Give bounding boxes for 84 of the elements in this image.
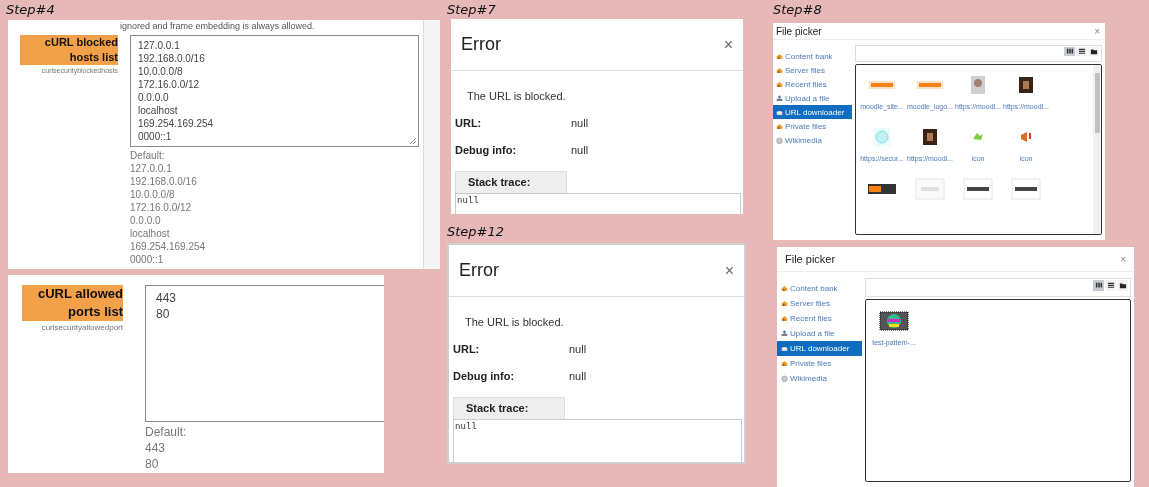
field-label: Debug info: <box>453 370 516 384</box>
textarea-line: 80 <box>156 306 171 322</box>
image-thumbnail[interactable] <box>963 177 993 201</box>
setting-title: cURL blocked hosts list <box>20 35 118 65</box>
close-button[interactable]: × <box>1094 25 1100 37</box>
step-label: Step#12 <box>447 224 505 239</box>
default-label: Default: <box>145 424 188 440</box>
error-message: The URL is blocked. <box>464 315 565 330</box>
default-value: 172.16.0.0/12 <box>130 201 193 214</box>
repository-item[interactable]: Private files <box>777 356 862 371</box>
field-value: null <box>569 343 587 357</box>
dialog-title: File picker <box>785 253 836 265</box>
globe-icon <box>776 136 783 144</box>
step-label: Step#4 <box>6 2 55 17</box>
image-thumbnail[interactable] <box>915 177 945 201</box>
repository-item[interactable]: Wikimedia <box>773 133 852 147</box>
list-view-icon <box>1106 282 1115 289</box>
textarea-line: 443 <box>156 290 178 306</box>
textarea-line: 172.16.0.0/12 <box>138 78 201 91</box>
textarea-line: 127.0.0.1 <box>138 39 181 52</box>
upload-icon <box>776 94 783 102</box>
textarea-line: 10.0.0.0/8 <box>138 65 184 78</box>
repository-item[interactable]: Upload a file <box>777 326 862 341</box>
repository-item[interactable]: Private files <box>773 119 852 133</box>
dialog-title: Error <box>461 34 501 55</box>
globe-icon <box>781 375 788 382</box>
repository-item[interactable]: Wikimedia <box>777 371 862 386</box>
close-button[interactable]: × <box>723 35 733 54</box>
setting-name: curlsecurityallowedport <box>40 323 123 332</box>
repository-item[interactable]: URL downloader <box>773 105 852 119</box>
list-view-icon <box>1077 48 1086 55</box>
view-button[interactable] <box>1105 280 1116 291</box>
hosts-textarea[interactable]: 127.0.0.1 192.168.0.0/16 10.0.0.0/8 172.16.0.0/12 0.0.0.0 localhost 169.254.169.254 0000::1 <box>130 35 419 147</box>
step-label: Step#8 <box>773 2 822 17</box>
close-button[interactable]: × <box>724 261 734 280</box>
field-label: Debug info: <box>455 144 518 158</box>
field-value: null <box>569 370 587 384</box>
default-value: 80 <box>145 456 160 472</box>
inbox-icon <box>781 345 788 352</box>
upload-icon <box>781 330 788 337</box>
stack-trace-box: null <box>453 419 742 462</box>
view-button[interactable] <box>1076 47 1087 56</box>
default-value: 10.0.0.0/8 <box>130 188 176 201</box>
field-label: URL: <box>453 343 481 357</box>
description-text: ignored and frame embedding is always allowed. <box>120 21 316 32</box>
ports-textarea[interactable]: 443 80 <box>145 285 384 422</box>
dialog-title: Error <box>459 260 499 281</box>
field-label: URL: <box>455 117 483 131</box>
default-value: 127.0.0.1 <box>130 162 173 175</box>
grid-view-icon <box>1094 282 1103 289</box>
default-value: localhost <box>130 227 171 240</box>
field-value: null <box>571 144 589 158</box>
image-thumbnail[interactable] <box>879 309 909 333</box>
view-button[interactable] <box>1093 280 1104 291</box>
repository-item[interactable]: Server files <box>773 63 852 77</box>
close-button[interactable]: × <box>1120 253 1126 265</box>
textarea-line: 169.254.169.254 <box>138 117 215 130</box>
grid-view-icon <box>1065 48 1074 55</box>
repository-item[interactable]: Server files <box>777 296 862 311</box>
default-value: 443 <box>145 440 167 456</box>
field-value: null <box>571 117 589 131</box>
image-thumbnail[interactable] <box>1011 177 1041 201</box>
repository-item[interactable]: Content bank <box>773 49 852 63</box>
step-label: Step#7 <box>447 2 496 17</box>
repository-item[interactable]: URL downloader <box>777 341 862 356</box>
default-value: 0.0.0.0 <box>130 214 162 227</box>
view-button[interactable] <box>1064 47 1075 56</box>
repository-item[interactable]: Recent files <box>777 311 862 326</box>
resize-handle-icon[interactable] <box>409 137 417 145</box>
repository-item[interactable]: Recent files <box>773 77 852 91</box>
error-message: The URL is blocked. <box>466 89 567 104</box>
inbox-icon <box>776 108 783 116</box>
textarea-line: 192.168.0.0/16 <box>138 52 206 65</box>
default-value: 169.254.169.254 <box>130 240 207 253</box>
setting-title: cURL allowed ports list <box>22 285 123 321</box>
default-value: 0000::1 <box>130 253 165 266</box>
textarea-line: localhost <box>138 104 179 117</box>
default-value: 192.168.0.0/16 <box>130 175 198 188</box>
dialog-title: File picker <box>776 25 822 37</box>
textarea-line: 0000::1 <box>138 130 173 143</box>
repository-item[interactable]: Upload a file <box>773 91 852 105</box>
default-label: Default: <box>130 149 166 162</box>
textarea-line: 0.0.0.0 <box>138 91 170 104</box>
repository-item[interactable]: Content bank <box>777 281 862 296</box>
